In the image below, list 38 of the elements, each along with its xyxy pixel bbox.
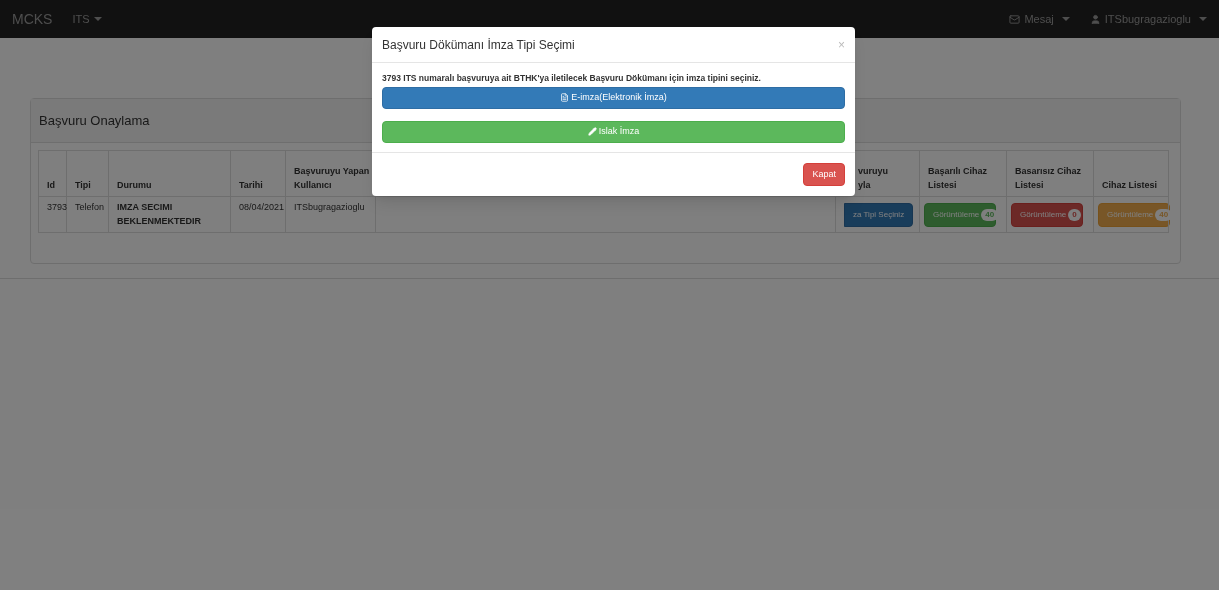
column-header: Durumu xyxy=(108,150,231,197)
column-header: Id xyxy=(38,150,67,197)
column-header: Tipi xyxy=(66,150,109,197)
column-header: Basarısız Cihaz Listesi xyxy=(1006,150,1094,197)
view-button[interactable]: Görüntüleme 40 xyxy=(924,202,996,227)
column-header: Tarihi xyxy=(230,150,286,197)
table-cell: Telefon xyxy=(66,196,109,233)
brand-link[interactable]: MCKS xyxy=(12,8,53,30)
close-button[interactable]: × xyxy=(838,35,845,54)
caret-icon xyxy=(1061,17,1070,21)
view-button[interactable]: Görüntüleme 0 xyxy=(1011,202,1083,227)
user-icon xyxy=(1089,13,1101,25)
nav-menu[interactable]: ITS xyxy=(72,10,102,28)
caret-icon xyxy=(93,17,102,21)
envelope-icon xyxy=(1009,13,1021,25)
column-header: vuruyu yla xyxy=(858,165,889,192)
user-menu[interactable]: ITSbugragazioglu xyxy=(1089,10,1207,28)
modal-message: 3793 ITS numaralı başvuruya ait BTHK'ya iletilecek Başvuru Dökümanı için imza tipini seçiniz. xyxy=(382,72,762,85)
document-icon xyxy=(560,93,570,103)
table-cell: 08/04/2021 xyxy=(230,196,286,233)
signature-type-button[interactable]: za Tipi Seçiniz xyxy=(844,202,914,227)
caret-icon xyxy=(1199,17,1207,21)
table-cell: ITSbugragazioglu xyxy=(285,196,376,233)
column-header: Cihaz Listesi xyxy=(1093,150,1169,197)
column-header: Başarılı Cihaz Listesi xyxy=(919,150,1007,197)
wet-signature-button[interactable]: Islak İmza xyxy=(382,120,845,143)
message-menu[interactable]: Mesaj xyxy=(1009,10,1070,28)
close-button[interactable]: Kapat xyxy=(803,162,845,186)
pencil-icon xyxy=(587,127,597,137)
table-cell: 3793 xyxy=(38,196,67,233)
view-button[interactable]: Görüntüleme 40 xyxy=(1098,202,1170,227)
count-badge: 0 xyxy=(1068,208,1081,221)
e-signature-button[interactable]: E-imza(Elektronik İmza) xyxy=(382,86,845,109)
count-badge: 40 xyxy=(981,208,999,221)
table-cell: IMZA SECIMI BEKLENMEKTEDIR xyxy=(108,196,231,233)
panel-title: Başvuru Onaylama xyxy=(39,111,150,130)
count-badge: 40 xyxy=(1155,208,1173,221)
modal-title: Başvuru Dökümanı İmza Tipi Seçimi xyxy=(382,36,575,54)
